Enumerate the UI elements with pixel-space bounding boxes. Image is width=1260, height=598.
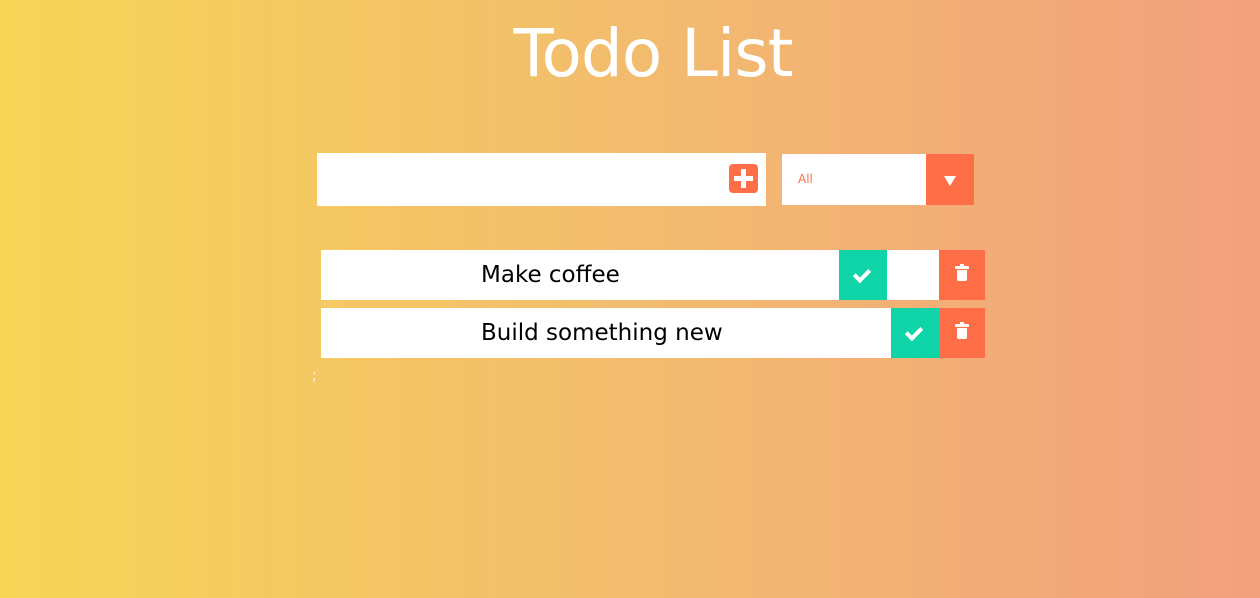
triangle-down-icon <box>944 176 956 186</box>
check-icon <box>904 322 924 342</box>
stray-semicolon-text: ; <box>312 368 317 384</box>
delete-button[interactable] <box>939 308 985 358</box>
add-todo-button[interactable] <box>729 164 758 193</box>
trash-icon <box>955 266 969 269</box>
complete-button[interactable] <box>839 250 887 300</box>
trash-icon <box>955 324 969 327</box>
complete-button[interactable] <box>891 308 939 358</box>
check-icon <box>852 264 872 284</box>
todo-item: Make coffee <box>321 250 985 300</box>
filter-select[interactable]: All <box>782 154 974 205</box>
delete-button[interactable] <box>939 250 985 300</box>
filter-dropdown-toggle[interactable] <box>926 154 974 205</box>
filter-selected-value: All <box>798 172 813 186</box>
todo-form <box>317 153 766 206</box>
page-title: Todo List <box>513 15 793 92</box>
todo-input[interactable] <box>317 153 717 206</box>
todo-item-text: Make coffee <box>481 262 620 288</box>
todo-item-text: Build something new <box>481 320 723 346</box>
todo-item: Build something new <box>321 308 985 358</box>
